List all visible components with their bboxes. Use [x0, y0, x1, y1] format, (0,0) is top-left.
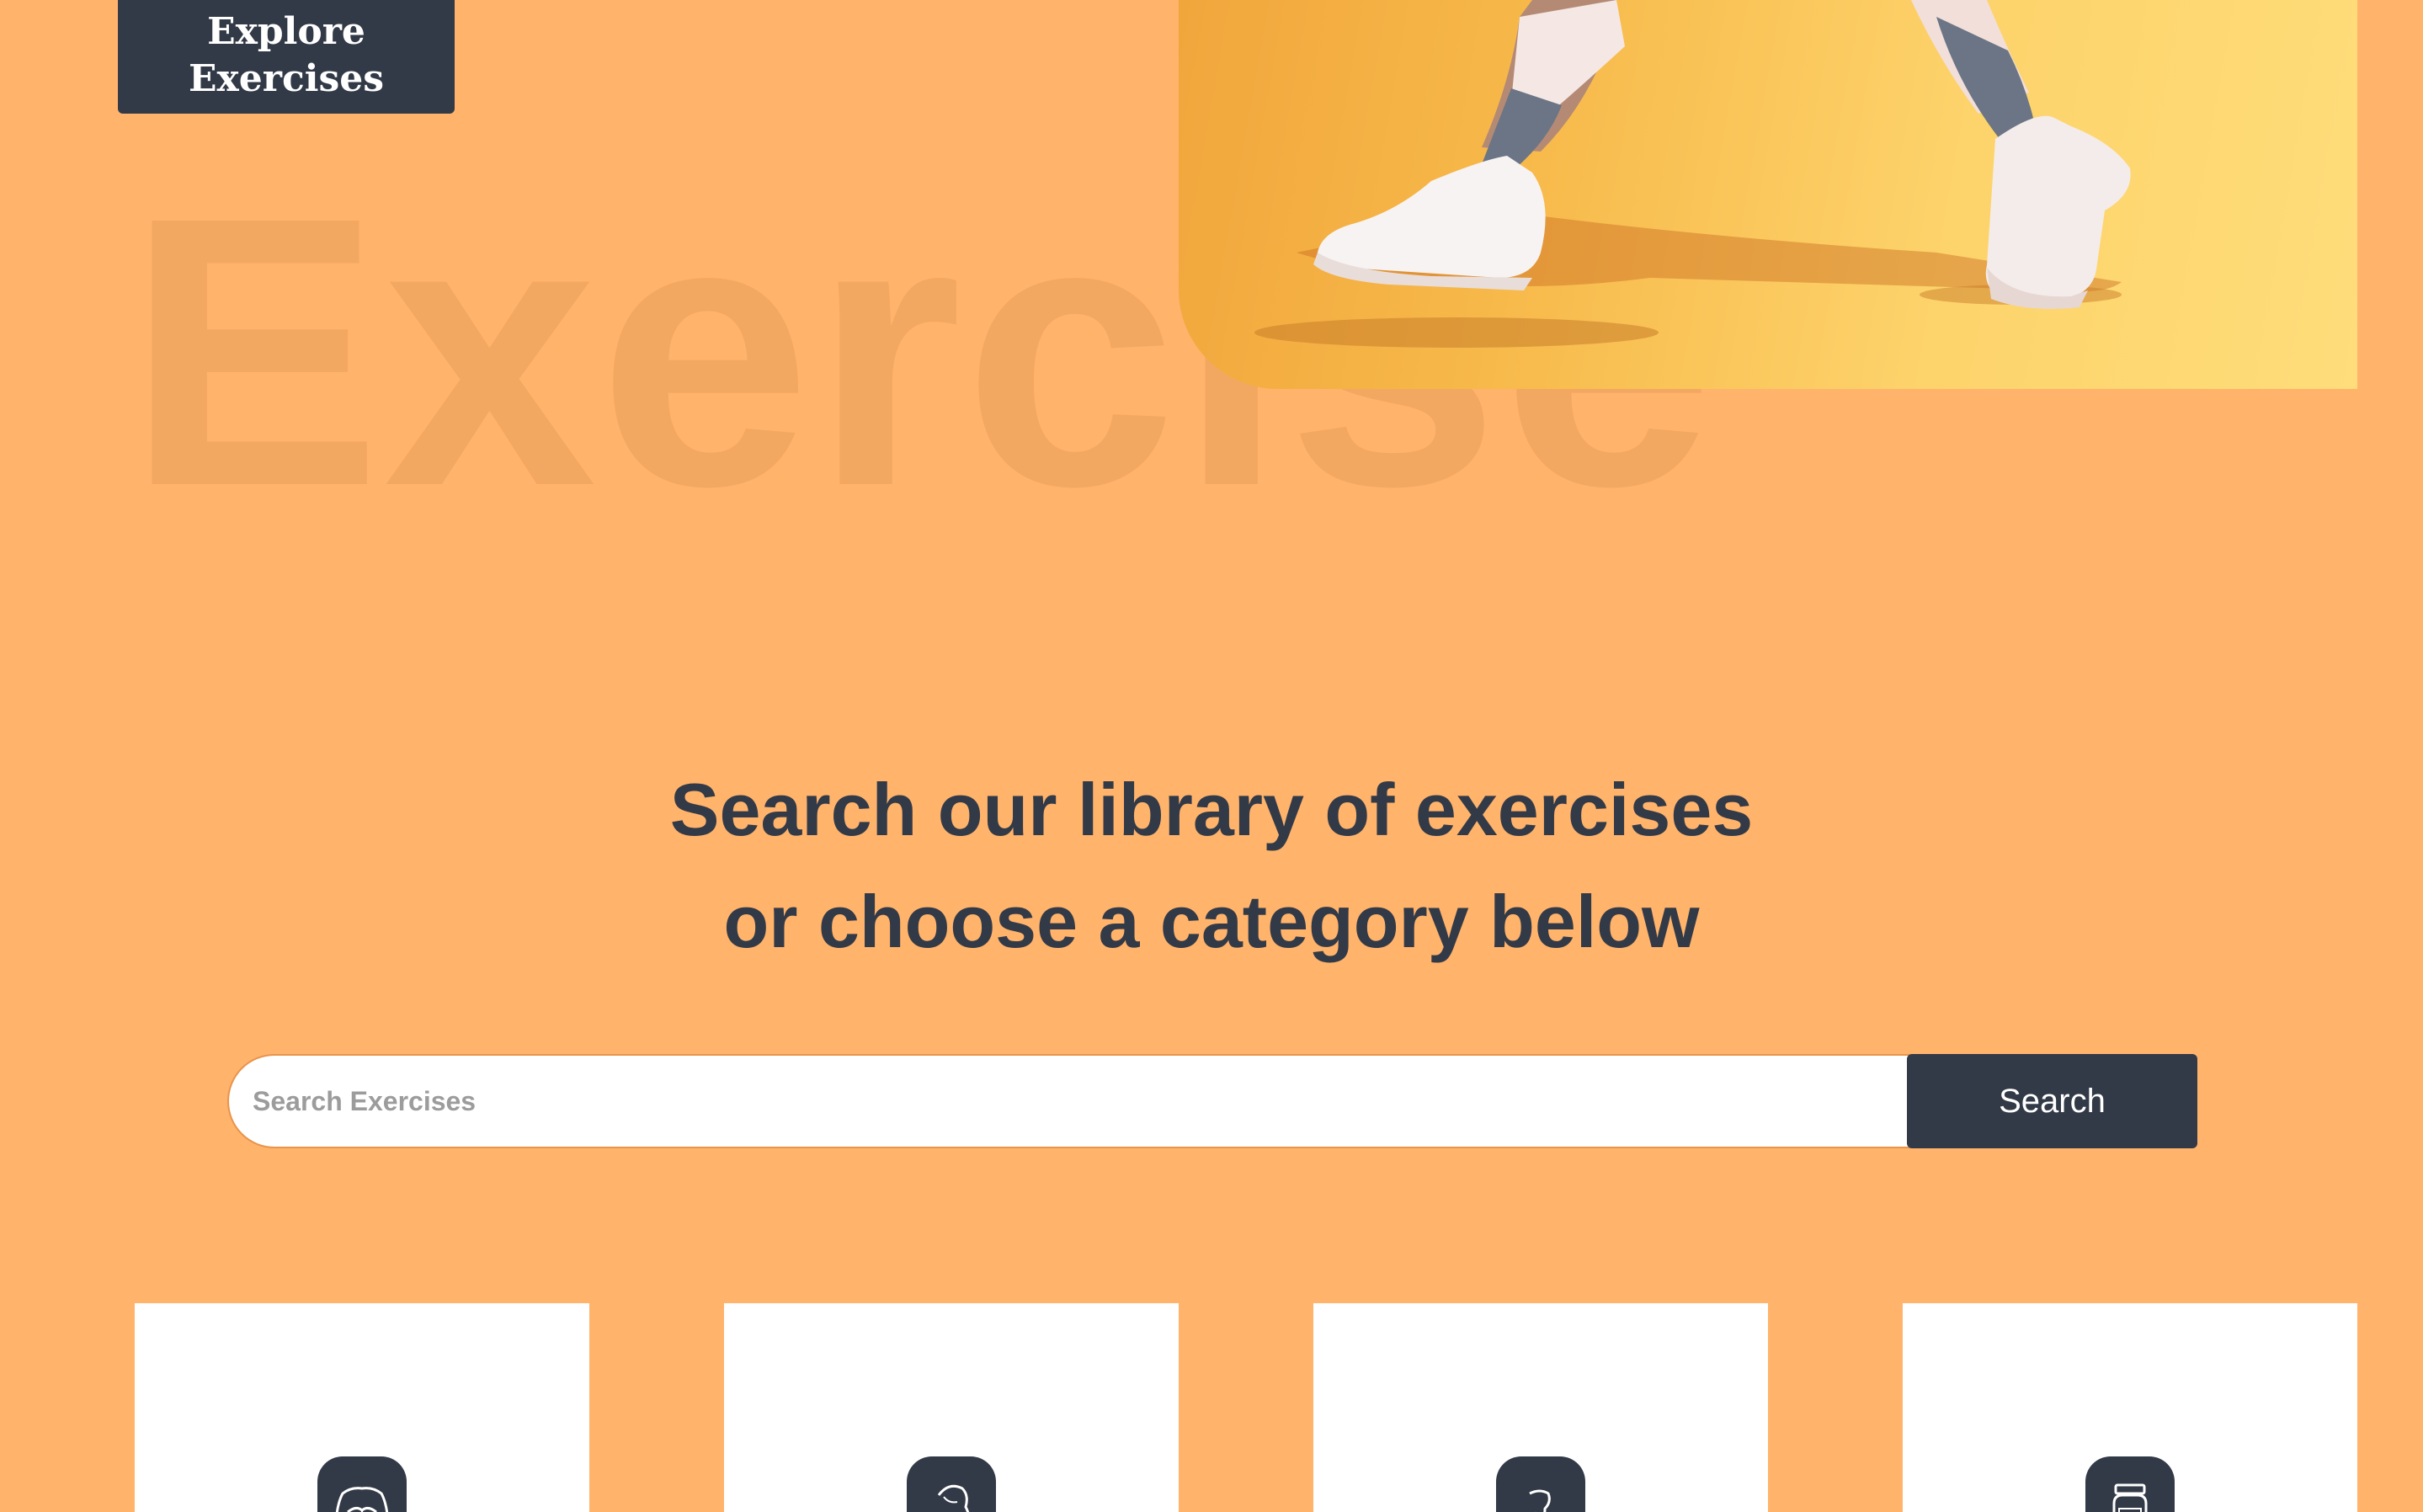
heading-line-2: or choose a category below — [723, 880, 1700, 963]
torso-icon — [317, 1456, 407, 1512]
search-bar: Search — [227, 1054, 2197, 1148]
hero-image — [1179, 0, 2357, 389]
category-card-3[interactable] — [1313, 1303, 1768, 1512]
search-button[interactable]: Search — [1907, 1054, 2197, 1148]
legs-sneakers-illustration — [1254, 0, 2131, 348]
search-input[interactable] — [227, 1054, 1911, 1148]
category-card-2[interactable] — [724, 1303, 1179, 1512]
bicep-arm-icon — [907, 1456, 996, 1512]
explore-exercises-button[interactable]: Explore Exercises — [118, 0, 455, 114]
heading-line-1: Search our library of exercises — [669, 768, 1754, 851]
category-card-4[interactable] — [1903, 1303, 2357, 1512]
explore-label-line1: Explore — [207, 9, 365, 53]
category-card-1[interactable] — [135, 1303, 589, 1512]
protein-jar-icon — [2085, 1456, 2175, 1512]
page: Exercise Explore Exercises Search our li… — [0, 0, 2423, 1512]
leg-icon — [1496, 1456, 1585, 1512]
page-heading: Search our library of exercises or choos… — [0, 753, 2423, 977]
explore-label-line2: Exercises — [189, 56, 384, 100]
